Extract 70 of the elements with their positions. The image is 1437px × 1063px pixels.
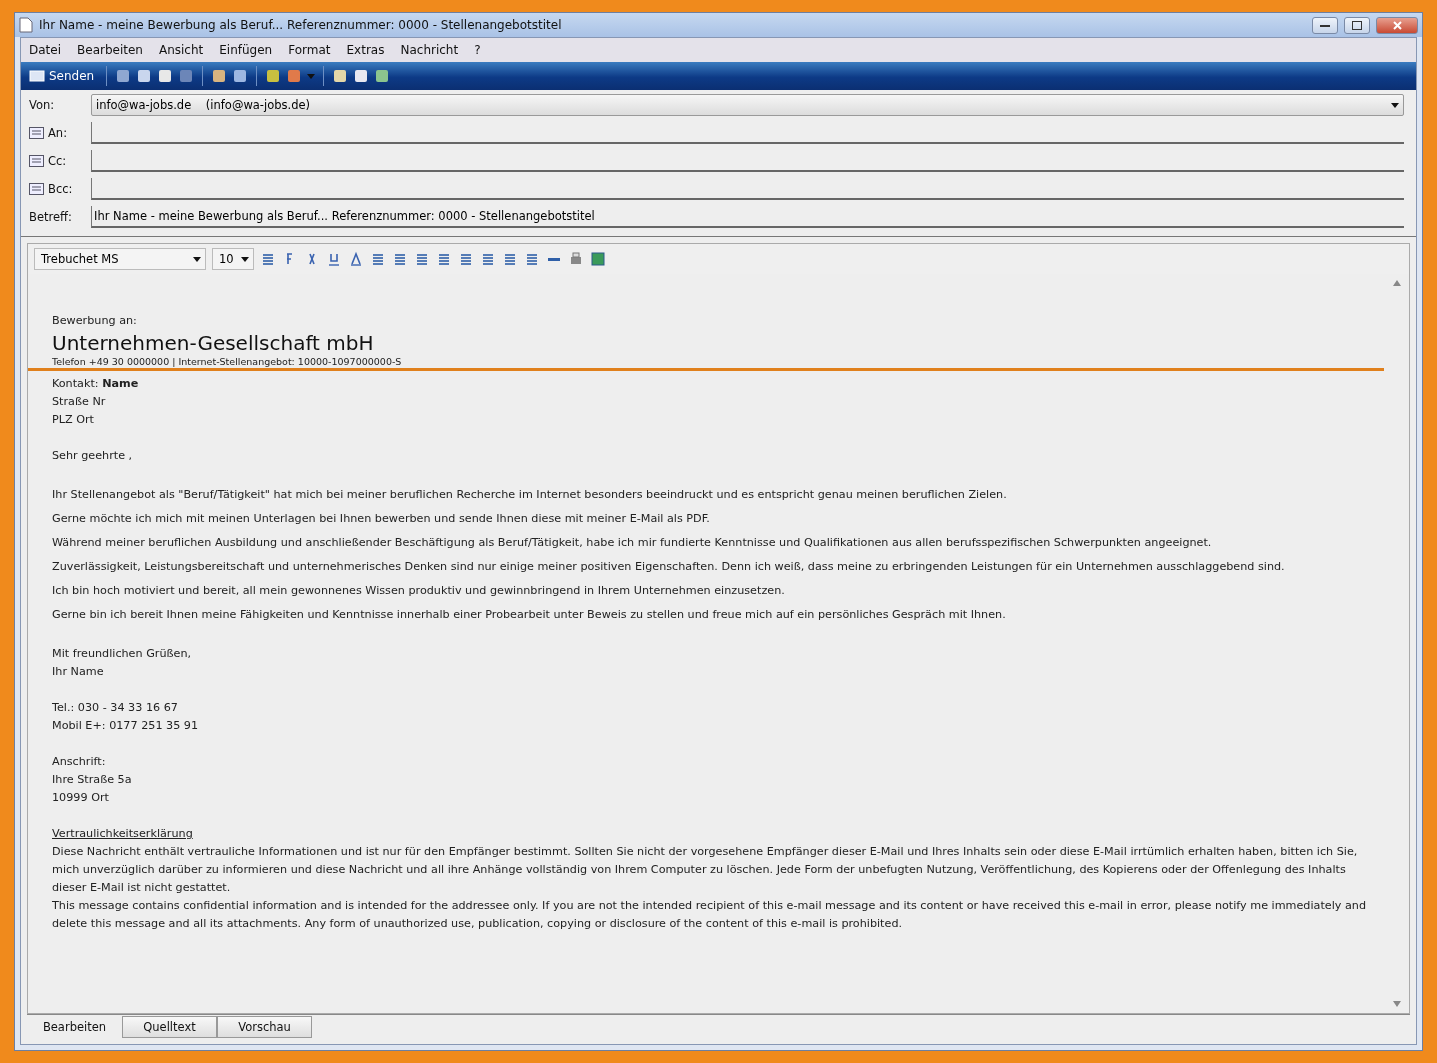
maximize-button[interactable] (1344, 16, 1370, 34)
letter-paragraph: Während meiner beruflichen Ausbildung und anschließender Beschäftigung als Beruf/Tätigkeit, habe ich mir fundierte Kenntnisse und Qualifikationen aus allen berufsspezifischen Schwerpunkten angeeignet. (52, 535, 1213, 551)
picture-icon[interactable] (590, 251, 606, 267)
window-title: Ihr Name - meine Bewerbung als Beruf... Referenznummer: 0000 - Stellenangebotstitel (39, 18, 563, 32)
recipient-label: An: (48, 126, 68, 140)
company-info: Telefon +49 30 0000000 | Internet-Stellenangebot: 10000-1097000000-S (52, 356, 403, 368)
maximize-icon (1352, 20, 1362, 30)
address-line: Anschrift: (52, 754, 107, 770)
minimize-icon (1320, 23, 1330, 27)
font-dropdown[interactable]: Trebuchet MS (34, 248, 206, 270)
menu-item[interactable]: Format (288, 43, 331, 57)
from-dropdown[interactable]: info@wa-jobs.de (info@wa-jobs.de) (91, 94, 1404, 116)
disclaimer-heading: Vertraulichkeitserklärung (52, 826, 194, 842)
underline-icon[interactable] (326, 251, 342, 267)
menu-item[interactable]: Bearbeiten (77, 43, 143, 57)
caret-icon (307, 73, 316, 79)
recipient-field[interactable] (91, 178, 1404, 200)
menu-item[interactable]: Einfügen (219, 43, 273, 57)
menu-item[interactable]: ? (474, 43, 481, 57)
minimize-button[interactable] (1312, 16, 1338, 34)
subject-label: Betreff: (29, 210, 72, 224)
view-tab[interactable]: Bearbeiten (27, 1016, 122, 1038)
recipient-label: Bcc: (48, 182, 73, 196)
closing-line: Mit freundlichen Grüßen, (52, 646, 193, 662)
recipient-field[interactable] (91, 150, 1404, 172)
address-book-icon[interactable] (29, 183, 44, 195)
phone-line: Tel.: 030 - 34 33 16 67 (52, 700, 179, 716)
close-icon (1392, 20, 1402, 30)
from-label: Von: (29, 98, 55, 112)
letter-paragraph: Gerne bin ich bereit Ihnen meine Fähigkeiten und Kenntnisse innerhalb einer Probearbeit unter Beweis zu stellen und freue mich auf ein persönliches Gespräch mit Ihnen. (52, 607, 1007, 623)
letter-paragraph: Zuverlässigkeit, Leistungsbereitschaft und unternehmerisches Denken sind nur einige meiner positiven Eigenschaften. Denn ich weiß, dass meine zu erbringenden Leistungen für ein Unternehmen ausschlaggebend sind. (52, 559, 1286, 575)
document-icon (19, 17, 33, 33)
menu-item[interactable]: Nachricht (400, 43, 459, 57)
recipient-field[interactable] (91, 122, 1404, 144)
message-body[interactable] (27, 274, 1410, 1014)
company-name: Unternehmen-Gesellschaft mbH (52, 330, 375, 356)
contact-line: Kontakt: Name (52, 376, 140, 392)
recipient-label: Cc: (48, 154, 67, 168)
address-line: 10999 Ort (52, 790, 110, 806)
closing-line: Ihr Name (52, 664, 105, 680)
view-tab[interactable]: Vorschau (217, 1016, 312, 1038)
font-size-dropdown[interactable]: 10 (212, 248, 254, 270)
scroll-down-icon[interactable] (1393, 1001, 1401, 1007)
menu-item[interactable]: Datei (29, 43, 61, 57)
recipient-heading: Bewerbung an: (52, 313, 138, 329)
greeting: Sehr geehrte , (52, 448, 134, 464)
printer-icon[interactable] (568, 251, 584, 267)
disclaimer-text: Diese Nachricht enthält vertrauliche Informationen und ist nur für den Empfänger bestimmt. Sollten Sie nicht der vorgesehene Empfänger dieser E-Mail und Ihres Inhalts sein oder diese E-Mail irrtümlich erhalten haben, bitten ich Sie, mich unverzüglich darüber zu informieren und diese Nachricht und all ihre Anhänge vollständig von Ihrem Computer zu löschen. Jede Form der unbefugten Nutzung, Veröffentlichung, des Kopierens oder der Offenlegung des Inhalts dieser E-Mail ist nicht gestattet. (52, 844, 1359, 896)
scroll-up-icon[interactable] (1393, 280, 1401, 286)
address-book-icon[interactable] (29, 155, 44, 167)
caret-icon (193, 256, 201, 262)
caret-icon (1391, 102, 1399, 108)
send-button[interactable]: Senden (25, 67, 99, 85)
phone-line: Mobil E+: 0177 251 35 91 (52, 718, 200, 734)
contact-line: PLZ Ort (52, 412, 95, 428)
close-button[interactable] (1376, 16, 1418, 34)
disclaimer-text: This message contains confidential information and is intended for the addressee only. If you are not the intended recipient of this e-mail message and its content or have received this e-mail in error, please notify me immediately and delete this message and all its attachments. Any form of unauthorized use, publication, copying or disclosure of the content of this e-mail is prohibited. (52, 898, 1368, 932)
letter-paragraph: Gerne möchte ich mich mit meinen Unterlagen bei Ihnen bewerben und sende Ihnen diese mit meiner E-Mail als PDF. (52, 511, 711, 527)
address-line: Ihre Straße 5a (52, 772, 133, 788)
address-book-icon[interactable] (29, 127, 44, 139)
font-color-icon[interactable] (348, 251, 364, 267)
contact-line: Straße Nr (52, 394, 107, 410)
envelope-icon (29, 69, 45, 83)
subject-field[interactable]: Ihr Name - meine Bewerbung als Beruf... Referenznummer: 0000 - Stellenangebotstitel (91, 206, 1404, 228)
view-tab[interactable]: Quelltext (122, 1016, 217, 1038)
menu-item[interactable]: Ansicht (158, 43, 204, 57)
letter-paragraph: Ihr Stellenangebot als "Beruf/Tätigkeit" hat mich bei meiner beruflichen Recherche im Internet besonders beeindruckt und es entspricht genau meinen beruflichen Zielen. (52, 487, 1008, 503)
menu-item[interactable]: Extras (346, 43, 385, 57)
caret-icon (241, 256, 249, 262)
letter-paragraph: Ich bin hoch motiviert und bereit, all mein gewonnenes Wissen produktiv und gewinnbringend in Ihrem Unternehmen einzusetzen. (52, 583, 786, 599)
